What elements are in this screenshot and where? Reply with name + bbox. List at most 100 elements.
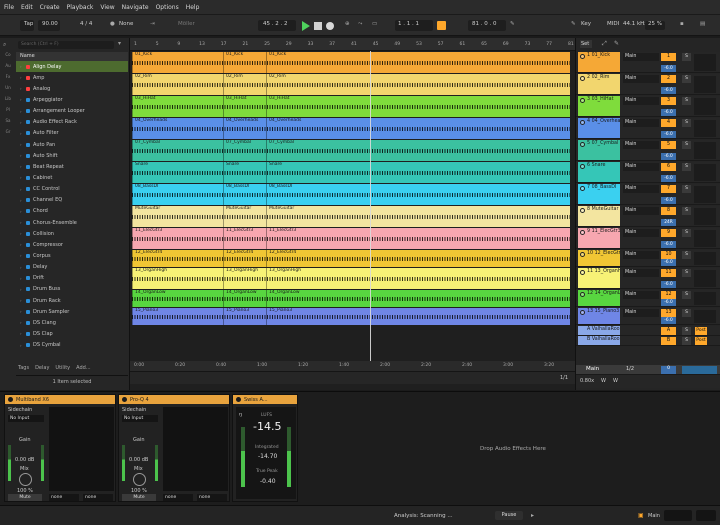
volume-field[interactable]: 24R <box>661 219 676 226</box>
write-button-a[interactable]: W <box>601 378 606 384</box>
volume-field[interactable]: -6.0 <box>661 65 676 72</box>
channel-name[interactable]: 5 07_Cymbal <box>578 140 620 160</box>
edit-icon[interactable]: ✎ <box>614 40 619 47</box>
beat-ruler[interactable]: 1 5 9 13 17 21 25 29 33 37 41 45 49 53 57 61 65 69 73 77 81 <box>130 38 575 51</box>
menu-item-playback[interactable]: Playback <box>67 4 94 11</box>
output-select[interactable]: Main <box>623 207 659 215</box>
activator-icon[interactable] <box>580 208 585 213</box>
key-map-icon[interactable]: ✎ <box>571 21 576 27</box>
output-select[interactable]: Main <box>623 97 659 105</box>
browser-item[interactable]: › Align Delay <box>16 61 128 73</box>
power-icon[interactable] <box>122 397 127 402</box>
track-lane[interactable]: 04_Overheads 04_Overheads 04_Overheads <box>132 118 570 139</box>
track-lane[interactable]: 01_Kick 01_Kick 01_Kick <box>132 52 570 73</box>
follow-icon[interactable]: ⇥ <box>150 21 155 27</box>
volume-field[interactable]: -6.0 <box>661 153 676 160</box>
settings-icon[interactable]: ▤ <box>700 21 705 27</box>
browser-item[interactable]: › Audio Effect Rack <box>16 117 128 128</box>
browser-menu-icon[interactable]: ▾ <box>118 40 121 47</box>
main-volume[interactable]: 0 <box>661 366 676 374</box>
track-activator-number[interactable]: 7 <box>661 185 676 193</box>
draw-icon[interactable]: ⤢ <box>602 40 607 48</box>
track-lane[interactable]: 13_OrganHigh 13_OrganHigh 13_OrganHigh <box>132 268 570 289</box>
sidebar-label[interactable]: Sa <box>2 118 14 129</box>
main-track-label[interactable]: Main <box>586 366 599 372</box>
track-lane[interactable]: 08_BassDI 08_BassDI 08_BassDI <box>132 184 570 205</box>
plugin-display[interactable] <box>163 407 228 491</box>
browser-item[interactable]: › Amp <box>16 72 128 83</box>
write-button-b[interactable]: W <box>613 378 618 384</box>
zoom-level[interactable]: 0.80x <box>580 378 594 384</box>
activator-icon[interactable] <box>580 292 585 297</box>
play-icon[interactable]: ▸ <box>531 512 534 519</box>
solo-button[interactable]: S <box>682 229 691 237</box>
draw-mode-icon[interactable]: ✎ <box>510 21 515 27</box>
channel-name[interactable]: 9 11_ElecGtr3 <box>578 228 620 248</box>
solo-button[interactable]: S <box>682 75 691 83</box>
track-activator-number[interactable]: 2 <box>661 75 676 83</box>
activator-icon[interactable] <box>580 164 585 169</box>
track-lane[interactable]: 03_HiHat 03_HiHat 03_HiHat <box>132 96 570 117</box>
channel-name[interactable]: 7 08_BassDI <box>578 184 620 204</box>
browser-item[interactable]: › Beat Repeat <box>16 161 128 172</box>
browser-item[interactable]: › Channel EQ <box>16 195 128 206</box>
track-selector-b[interactable] <box>696 510 716 521</box>
return-activator[interactable]: A <box>661 327 676 335</box>
stop-button[interactable] <box>314 22 322 30</box>
browser-item[interactable]: › Arpeggiator <box>16 94 128 105</box>
channel-name[interactable]: 8 MuteGuitar <box>578 206 620 226</box>
browser-item[interactable]: › DS Cymbal <box>16 340 128 351</box>
activator-icon[interactable] <box>580 54 585 59</box>
solo-button[interactable]: S <box>682 269 691 277</box>
groove-select[interactable]: Möller <box>178 21 195 27</box>
overdub-icon[interactable]: ⊕ <box>345 21 350 27</box>
browser-item[interactable]: › Arrangement Looper <box>16 106 128 117</box>
record-button[interactable] <box>326 22 334 30</box>
sidebar-label[interactable]: Co <box>2 52 14 63</box>
activator-icon[interactable] <box>580 120 585 125</box>
output-select-a[interactable]: none <box>49 494 79 501</box>
set-button[interactable]: Set <box>580 40 592 48</box>
activator-icon[interactable] <box>580 230 585 235</box>
midi-map-label[interactable]: MIDI <box>607 21 619 27</box>
track-activator-number[interactable]: 1 <box>661 53 676 61</box>
pause-analysis-button[interactable]: Pause <box>495 511 523 520</box>
output-select[interactable]: Main <box>623 229 659 237</box>
output-select[interactable]: Main <box>623 251 659 259</box>
browser-item[interactable]: › Chorus-Ensemble <box>16 217 128 228</box>
post-button[interactable]: Post <box>695 327 707 335</box>
channel-name[interactable]: 13 15_Piano3 <box>578 308 620 324</box>
mute-button[interactable]: Mute <box>122 494 156 501</box>
browser-tag[interactable]: Add... <box>76 365 90 373</box>
volume-field[interactable]: -6.0 <box>661 131 676 138</box>
menu-item-create[interactable]: Create <box>40 4 60 11</box>
power-icon[interactable] <box>236 397 241 402</box>
track-activator-number[interactable]: 4 <box>661 119 676 127</box>
output-select[interactable]: Main <box>623 291 659 299</box>
solo-button[interactable]: S <box>682 97 691 105</box>
device-drop-zone[interactable]: Drop Audio Effects Here <box>300 394 716 502</box>
sidebar-label[interactable]: Un <box>2 85 14 96</box>
sidebar-label[interactable]: Pl <box>2 107 14 118</box>
gain-value[interactable]: 0.00 dB <box>15 457 34 463</box>
browser-item[interactable]: › Auto Pan <box>16 139 128 150</box>
activator-icon[interactable] <box>580 186 585 191</box>
browser-item[interactable]: › Cabinet <box>16 172 128 183</box>
volume-field[interactable]: -6.0 <box>661 197 676 204</box>
output-select[interactable]: Main <box>623 309 659 317</box>
output-select[interactable]: Main <box>623 141 659 149</box>
power-icon[interactable] <box>8 397 13 402</box>
output-select[interactable]: Main <box>623 163 659 171</box>
volume-field[interactable]: -6.0 <box>661 299 676 306</box>
volume-field[interactable]: -6.0 <box>661 317 676 324</box>
return-name[interactable]: B ValhallaRoo <box>578 336 620 345</box>
browser-item[interactable]: › Auto Filter <box>16 128 128 139</box>
solo-button[interactable]: S <box>682 141 691 149</box>
track-lane[interactable]: MuteGuitar MuteGuitar MuteGuitar <box>132 206 570 227</box>
mix-knob[interactable] <box>133 473 146 486</box>
activator-icon[interactable] <box>580 76 585 81</box>
solo-button[interactable]: S <box>682 337 691 345</box>
track-activator-number[interactable]: 10 <box>661 251 676 259</box>
track-activator-number[interactable]: 8 <box>661 207 676 215</box>
search-icon[interactable]: ⌕ <box>3 41 6 49</box>
